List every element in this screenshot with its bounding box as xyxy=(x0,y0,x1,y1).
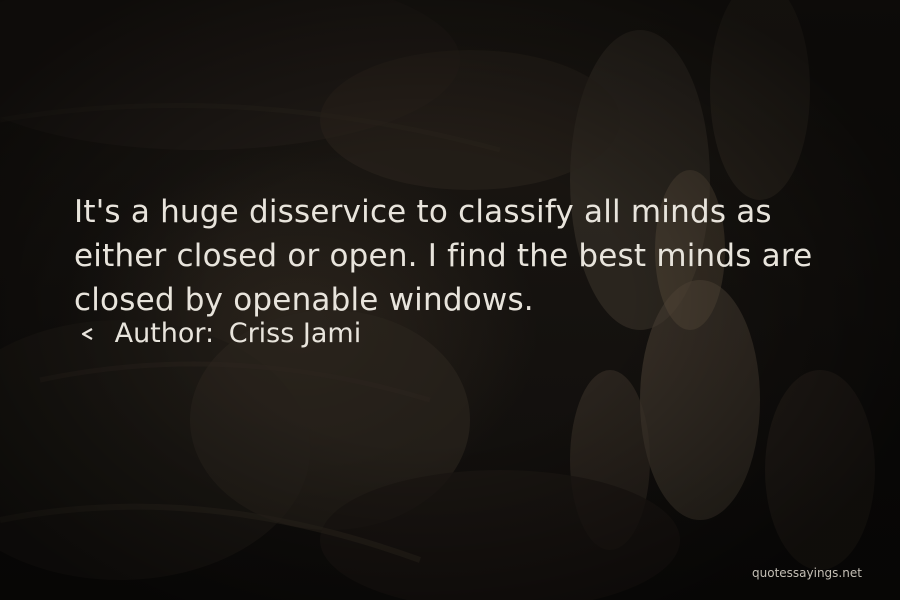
author-attribution: Author: Criss Jami xyxy=(78,314,361,354)
quote-line: either closed or open. I find the best m… xyxy=(74,238,813,274)
quote-line: It's a huge disservice to classify all m… xyxy=(74,194,772,230)
site-watermark: quotessayings.net xyxy=(752,566,862,580)
log-end xyxy=(710,0,810,200)
quote-text: It's a huge disservice to classify all m… xyxy=(74,190,854,322)
log-end xyxy=(765,370,875,570)
chevron-left-icon xyxy=(81,328,93,340)
quote-image: It's a huge disservice to classify all m… xyxy=(0,0,900,600)
author-label: Author: xyxy=(114,318,215,349)
author-name: Criss Jami xyxy=(228,318,362,349)
